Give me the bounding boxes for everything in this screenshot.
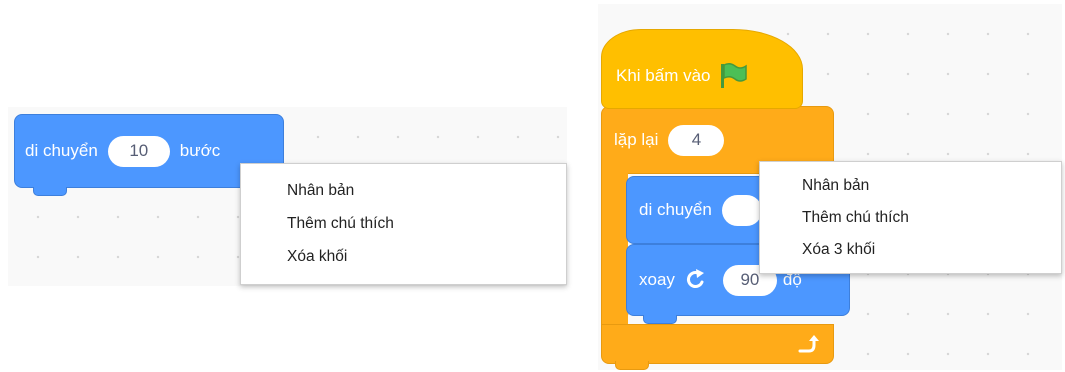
when-flag-clicked-block[interactable]: Khi bấm vào [601,29,803,109]
repeat-label: lặp lại [614,130,659,149]
menu-item-delete-block[interactable]: Xóa khối [241,240,566,273]
inner-move-label: di chuyển [639,200,712,219]
hat-block-label: Khi bấm vào [616,66,711,85]
menu-item-add-comment[interactable]: Thêm chú thích [241,207,566,240]
repeat-times-input[interactable]: 4 [668,124,725,156]
repeat-block-arm [601,172,628,332]
context-menu-right: Nhân bản Thêm chú thích Xóa 3 khối [759,161,1062,274]
menu-item-add-comment[interactable]: Thêm chú thích [760,202,1061,234]
context-menu: Nhân bản Thêm chú thích Xóa khối [240,163,567,285]
repeat-bottom-notch [615,361,649,370]
loop-arrow-icon [798,335,819,353]
turn-label: xoay [639,270,675,289]
green-flag-icon [720,62,747,88]
steps-input[interactable]: 10 [107,135,170,167]
turn-bottom-notch [643,315,677,324]
rotate-clockwise-icon [686,269,704,289]
block-bottom-notch [33,187,67,196]
menu-item-delete-3-blocks[interactable]: Xóa 3 khối [760,234,1061,266]
menu-item-duplicate[interactable]: Nhân bản [241,174,566,207]
repeat-block-bottom [601,324,834,364]
move-block-label: di chuyển [25,141,98,160]
move-block-unit: bước [179,141,221,160]
menu-item-duplicate[interactable]: Nhân bản [760,170,1061,202]
inner-steps-input[interactable] [721,194,762,226]
